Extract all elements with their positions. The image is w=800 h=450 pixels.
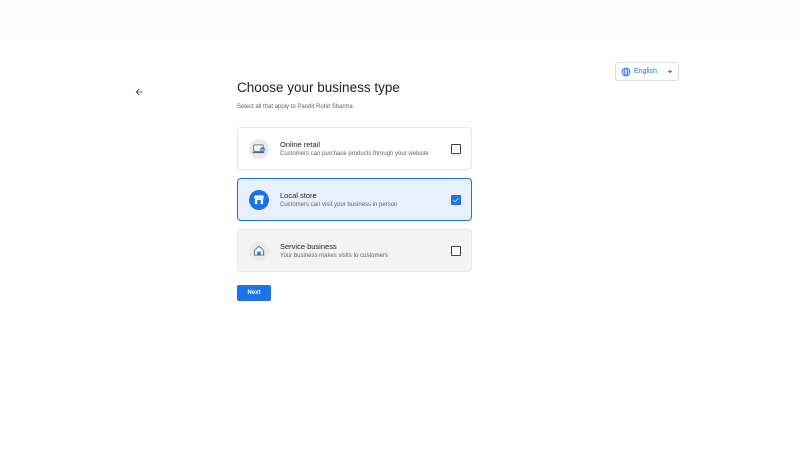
page-title: Choose your business type <box>237 80 400 95</box>
caret-down-icon <box>667 69 673 75</box>
option-service-business[interactable]: Service business Your business makes vis… <box>237 229 472 272</box>
service-van-icon <box>249 241 269 261</box>
arrow-back-icon <box>135 88 143 96</box>
business-type-page: English Choose your business type Select… <box>0 0 800 450</box>
top-bar <box>0 0 800 40</box>
next-button[interactable]: Next <box>237 285 271 301</box>
laptop-cart-icon <box>249 139 269 159</box>
option-title: Service business <box>280 242 337 251</box>
page-subtitle: Select all that apply to Pandit Rohit Sh… <box>237 104 353 110</box>
service-business-checkbox[interactable] <box>451 246 461 256</box>
option-description: Customers can purchase products through … <box>280 151 429 157</box>
option-title: Local store <box>280 191 317 200</box>
option-title: Online retail <box>280 140 321 149</box>
option-description: Customers can visit your business in per… <box>280 202 398 208</box>
globe-icon <box>621 67 631 77</box>
check-icon <box>453 197 459 203</box>
online-retail-checkbox[interactable] <box>451 144 461 154</box>
option-description: Your business makes visits to customers <box>280 253 388 259</box>
option-local-store[interactable]: Local store Customers can visit your bus… <box>237 178 472 221</box>
language-select[interactable]: English <box>615 62 679 81</box>
storefront-icon <box>249 190 269 210</box>
local-store-checkbox[interactable] <box>451 195 461 205</box>
back-button[interactable] <box>131 84 147 100</box>
option-online-retail[interactable]: Online retail Customers can purchase pro… <box>237 127 472 170</box>
language-label: English <box>634 68 657 75</box>
